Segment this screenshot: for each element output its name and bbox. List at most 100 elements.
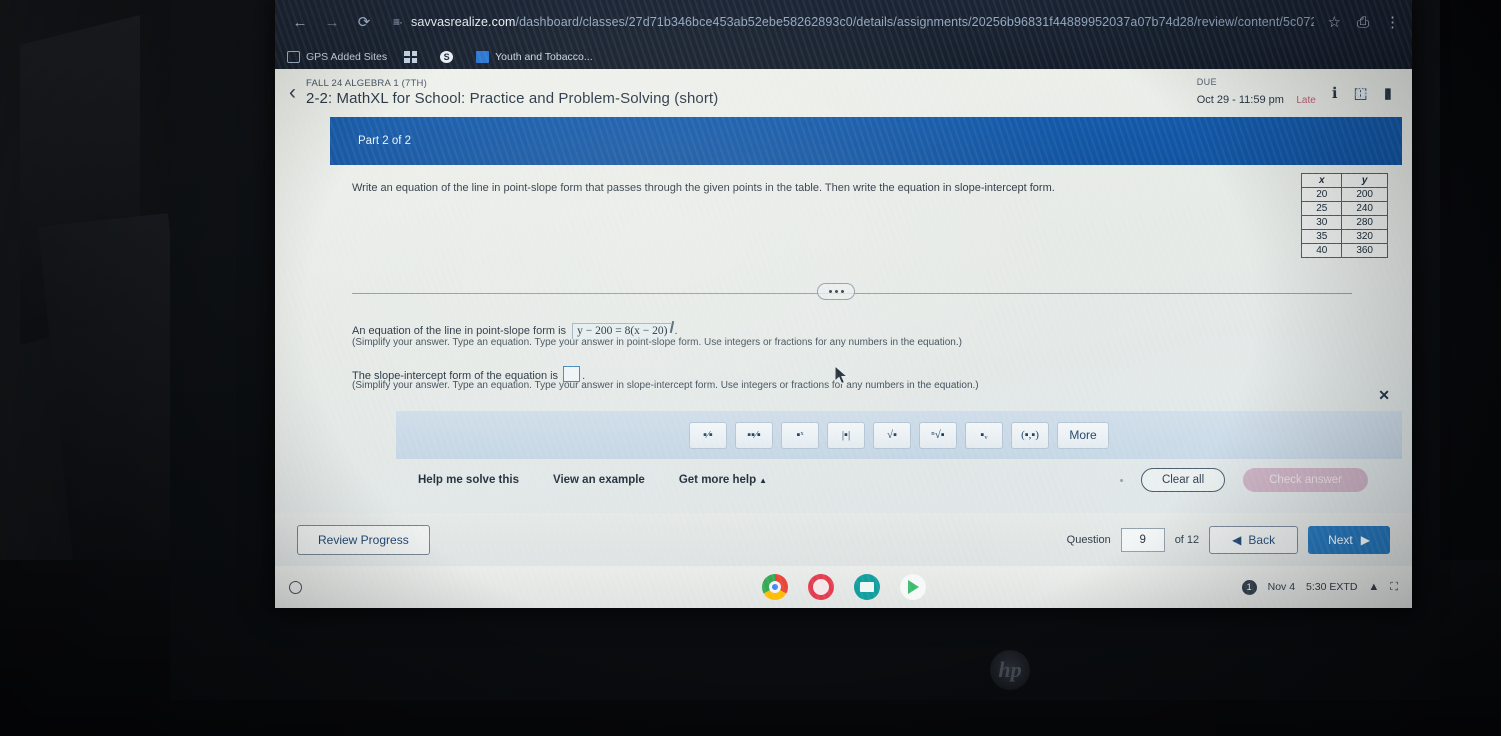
cell-x: 25 (1301, 201, 1343, 216)
help-me-solve-this-link[interactable]: Help me solve this (418, 474, 519, 486)
exponent-button[interactable]: ▪ˣ (781, 421, 819, 449)
due-label: DUE (1196, 77, 1217, 88)
clear-all-button[interactable]: Clear all (1140, 468, 1226, 492)
question-prompt: Write an equation of the line in point-s… (352, 182, 1055, 194)
table-row: 30 280 (1301, 215, 1388, 230)
chat-icon[interactable]: ▮ (1384, 84, 1392, 102)
question-label: Question (1066, 533, 1111, 546)
red-app-icon[interactable] (807, 574, 834, 600)
cdc-icon (476, 50, 490, 63)
fraction-button[interactable]: ▪⁄▪ (689, 421, 727, 449)
mixed-number-button[interactable]: ▪▪⁄▪ (735, 421, 773, 449)
bookmarks-bar: GPS Added Sites Youth and Tobacco... (275, 44, 1412, 69)
photo-background: hp ← → ⟳ ≡· savvasrealize.com/dashboard/… (0, 0, 1501, 736)
answer1-prefix: An equation of the line in point-slope f… (352, 325, 567, 337)
info-icon[interactable]: ℹ (1332, 84, 1338, 102)
cell-x: 35 (1301, 229, 1343, 244)
table-row: 20 200 (1301, 187, 1388, 202)
view-an-example-link[interactable]: View an example (553, 474, 645, 486)
teal-app-icon[interactable] (853, 574, 880, 600)
assignment-footer: Review Progress Question 9 of 12 ◀ Back … (275, 513, 1412, 566)
breadcrumb: FALL 24 ALGEBRA 1 (7TH) (306, 77, 427, 89)
hp-logo: hp (990, 650, 1030, 690)
site-settings-icon[interactable]: ≡· (393, 15, 403, 29)
part-banner: Part 2 of 2 ⚙ (330, 86, 1402, 165)
launcher-circle-icon[interactable] (289, 580, 302, 594)
cell-x: 40 (1301, 243, 1343, 258)
table-row: 40 360 (1301, 243, 1388, 258)
close-icon[interactable]: ✕ (1378, 387, 1390, 404)
xy-data-table: x y 20 200 25 240 30 280 35 320 40 360 (1301, 173, 1388, 258)
cell-y: 280 (1341, 215, 1388, 230)
google-play-icon[interactable] (899, 574, 926, 600)
help-row: Help me solve this View an example Get m… (418, 465, 1368, 495)
answer-actions: Clear all Check answer (1119, 468, 1368, 492)
address-bar[interactable]: ≡· savvasrealize.com/dashboard/classes/2… (393, 9, 1314, 35)
interval-button[interactable]: (▪,▪) (1011, 421, 1049, 449)
bookmark-youth-and-tobacco[interactable]: Youth and Tobacco... (476, 50, 593, 63)
next-button[interactable]: Next ▶ (1308, 525, 1390, 554)
browser-omnibar: ← → ⟳ ≡· savvasrealize.com/dashboard/cla… (275, 0, 1412, 44)
table-header-row: x y (1301, 173, 1388, 188)
star-icon[interactable]: ☆ (1328, 13, 1341, 31)
cell-x: 30 (1301, 215, 1343, 230)
table-row: 25 240 (1301, 201, 1388, 216)
gear-icon[interactable]: ⚙ (1350, 83, 1372, 105)
question-total-label: of 12 (1174, 533, 1200, 546)
square-root-button[interactable]: √▪ (873, 421, 911, 449)
ellipsis-icon[interactable] (817, 283, 855, 300)
cell-y: 200 (1341, 187, 1388, 202)
omnibar-actions: ☆ ⎙ ⋮ (1314, 13, 1400, 32)
forward-icon[interactable]: → (319, 9, 345, 35)
part-label: Part 2 of 2 (358, 135, 412, 147)
bookmark-skype[interactable] (440, 50, 459, 63)
next-button-label: Next (1328, 532, 1353, 547)
chevron-left-icon[interactable]: ‹ (289, 81, 296, 105)
cell-y: 360 (1341, 243, 1388, 258)
system-tray[interactable]: 1 Nov 4 5:30 EXTD ▲ ⛶ (1241, 579, 1412, 595)
chromeos-shelf: 1 Nov 4 5:30 EXTD ▲ ⛶ (275, 566, 1412, 608)
bookmark-label: Youth and Tobacco... (495, 50, 593, 63)
absolute-value-button[interactable]: |▪| (827, 421, 865, 449)
answer2-hint: (Simplify your answer. Type an equation.… (352, 380, 979, 391)
page-title: 2-2: MathXL for School: Practice and Pro… (306, 89, 719, 107)
chrome-icon[interactable] (761, 574, 788, 600)
nth-root-button[interactable]: ⁿ√▪ (919, 421, 957, 449)
get-more-help-label: Get more help (678, 474, 757, 486)
review-progress-button[interactable]: Review Progress (297, 524, 430, 555)
puzzle-icon[interactable]: ⎙ (1357, 14, 1369, 31)
notification-badge[interactable]: 1 (1241, 579, 1257, 595)
assignment-title-block: FALL 24 ALGEBRA 1 (7TH) 2-2: MathXL for … (306, 78, 718, 109)
answer1-hint: (Simplify your answer. Type an equation.… (352, 337, 962, 348)
reload-icon[interactable]: ⟳ (351, 9, 377, 35)
url-path: /dashboard/classes/27d71b346bce453ab52eb… (515, 15, 1314, 29)
caret-up-icon: ▲ (759, 476, 768, 485)
skype-circle-icon (440, 50, 454, 63)
folder-icon (287, 50, 300, 63)
tray-time: 5:30 EXTD (1306, 581, 1358, 593)
laptop-screen: ← → ⟳ ≡· savvasrealize.com/dashboard/cla… (275, 0, 1412, 608)
shelf-app-list (761, 574, 926, 600)
get-more-help-link[interactable]: Get more help ▲ (679, 474, 767, 486)
more-button[interactable]: More (1057, 421, 1109, 449)
kebab-menu-icon[interactable]: ⋮ (1385, 13, 1400, 31)
dot-separator (1119, 478, 1123, 482)
bookmark-apps-grid[interactable] (404, 50, 423, 63)
tray-date: Nov 4 (1267, 581, 1296, 593)
triangle-left-icon: ◀ (1232, 532, 1242, 547)
battery-icon[interactable]: ⛶ (1390, 581, 1398, 594)
bookmark-gps-added-sites[interactable]: GPS Added Sites (287, 50, 387, 63)
question-nav: Question 9 of 12 ◀ Back Next ▶ (1066, 525, 1390, 554)
back-icon[interactable]: ← (287, 9, 313, 35)
assignment-header: ‹ FALL 24 ALGEBRA 1 (7TH) 2-2: MathXL fo… (275, 69, 1412, 117)
question-body: Write an equation of the line in point-s… (330, 165, 1402, 513)
back-button[interactable]: ◀ Back (1209, 525, 1299, 554)
question-number-input[interactable]: 9 (1120, 527, 1165, 552)
status-badge: Late (1296, 95, 1316, 107)
check-answer-button[interactable]: Check answer (1243, 468, 1368, 492)
due-block: DUE Oct 29 - 11:59 pm Late (1197, 76, 1332, 110)
table-row: 35 320 (1301, 229, 1388, 244)
wifi-icon[interactable]: ▲ (1368, 581, 1379, 593)
column-header-y: y (1341, 173, 1388, 188)
subscript-button[interactable]: ▪ᵥ (965, 421, 1003, 449)
